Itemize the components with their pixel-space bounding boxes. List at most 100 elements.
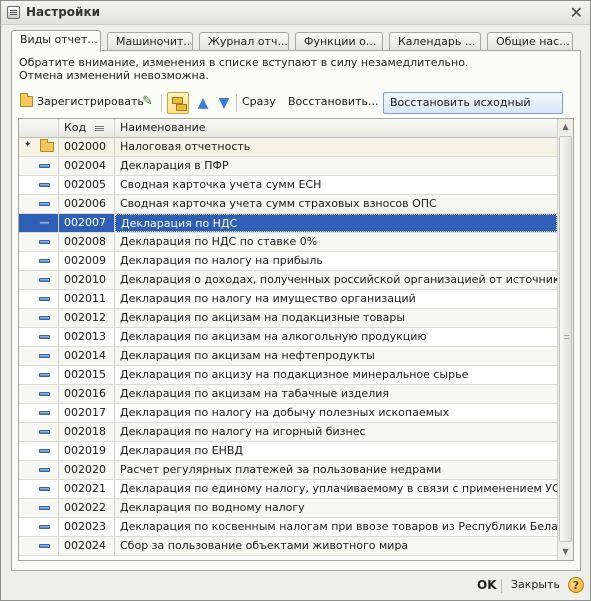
table-row[interactable]: 002022 Декларация по водному налогу bbox=[19, 499, 557, 518]
header-code[interactable]: Код bbox=[59, 119, 115, 138]
cell-code: 002017 bbox=[59, 404, 115, 422]
view-button[interactable]: Сразу bbox=[242, 92, 276, 114]
table-row[interactable]: 002012 Декларация по акцизам на подакцизн… bbox=[19, 309, 557, 328]
arrow-down-icon[interactable]: ▼ bbox=[216, 95, 232, 111]
table-row[interactable]: 002011 Декларация по налогу на имущество … bbox=[19, 290, 557, 309]
restore-default-button[interactable]: Восстановить исходный список... bbox=[383, 92, 563, 129]
row-indicator-cell bbox=[19, 480, 59, 498]
cell-name: Декларация по водному налогу bbox=[120, 501, 305, 514]
arrow-up-icon[interactable]: ▲ bbox=[195, 95, 211, 111]
row-indicator-cell bbox=[19, 423, 59, 441]
cell-code: 002016 bbox=[59, 385, 115, 403]
cell-name: Декларация по налогу на прибыль bbox=[120, 254, 323, 267]
ok-button[interactable]: OK bbox=[477, 578, 497, 592]
row-indicator-cell bbox=[19, 271, 59, 289]
help-icon[interactable]: ? bbox=[568, 577, 584, 593]
tab-functions[interactable]: Функции о... bbox=[295, 32, 383, 51]
table-header: Код Наименование bbox=[19, 119, 557, 138]
row-indicator-cell bbox=[19, 214, 59, 232]
table-row[interactable]: 002015 Декларация по акцизу на подакцизно… bbox=[19, 366, 557, 385]
tab-calendar[interactable]: Календарь ... bbox=[389, 32, 481, 51]
cell-code: 002009 bbox=[59, 252, 115, 270]
table-row[interactable]: 002007 Декларация по НДС bbox=[19, 214, 557, 233]
table-row[interactable]: 002018 Декларация по налогу на игорный би… bbox=[19, 423, 557, 442]
cell-code: 002015 bbox=[59, 366, 115, 384]
list-item-icon bbox=[39, 183, 50, 187]
add-folder-icon bbox=[20, 93, 33, 107]
expand-icon[interactable]: ✦ bbox=[24, 140, 32, 150]
list-item-icon bbox=[39, 278, 50, 282]
tab-general[interactable]: Общие нас... bbox=[487, 32, 573, 51]
cell-code: 002020 bbox=[59, 461, 115, 479]
tab-panel: Обратите внимание, изменения в списке вс… bbox=[11, 50, 581, 571]
list-item-icon bbox=[39, 544, 50, 548]
header-indicator-col bbox=[19, 119, 59, 138]
list-item-icon bbox=[39, 354, 50, 358]
cell-name: Налоговая отчетность bbox=[120, 140, 251, 153]
table-row[interactable]: 002013 Декларация по акцизам на алкогольн… bbox=[19, 328, 557, 347]
list-item-icon bbox=[39, 392, 50, 396]
table-row[interactable]: 002021 Декларация по единому налогу, упла… bbox=[19, 480, 557, 499]
toolbar-separator bbox=[161, 94, 162, 112]
cell-name: Декларация по НДС по ставке 0% bbox=[120, 235, 318, 248]
scroll-thumb[interactable] bbox=[559, 136, 572, 542]
table-row[interactable]: 002020 Расчет регулярных платежей за поль… bbox=[19, 461, 557, 480]
cell-name: Сводная карточка учета сумм ЕСН bbox=[120, 178, 322, 191]
cell-code: 002014 bbox=[59, 347, 115, 365]
edit-icon[interactable]: ✎ bbox=[142, 95, 156, 109]
footer-bar: OK Закрыть ? bbox=[1, 573, 590, 600]
vertical-scrollbar[interactable]: ▲ ▼ bbox=[557, 119, 573, 560]
table-row[interactable]: 002019 Декларация по ЕНВД bbox=[19, 442, 557, 461]
row-indicator-cell bbox=[19, 461, 59, 479]
table-row[interactable]: 002004 Декларация в ПФР bbox=[19, 157, 557, 176]
table-row[interactable]: 002017 Декларация по налогу на добычу пол… bbox=[19, 404, 557, 423]
table-row[interactable]: 002016 Декларация по акцизам на табачные … bbox=[19, 385, 557, 404]
table-row[interactable]: 002014 Декларация по акцизам на нефтепрод… bbox=[19, 347, 557, 366]
table-row[interactable]: 002010 Декларация о доходах, полученных р… bbox=[19, 271, 557, 290]
row-indicator-cell bbox=[19, 195, 59, 213]
cell-code: 002011 bbox=[59, 290, 115, 308]
cell-name: Декларация по косвенным налогам при ввоз… bbox=[120, 520, 557, 533]
list-item-icon bbox=[39, 335, 50, 339]
table-row[interactable]: 002005 Сводная карточка учета сумм ЕСН bbox=[19, 176, 557, 195]
table-row[interactable]: 002023 Декларация по косвенным налогам пр… bbox=[19, 518, 557, 537]
row-indicator-cell bbox=[19, 537, 59, 555]
table-row[interactable]: 002024 Сбор за пользование объектами живо… bbox=[19, 537, 557, 556]
tab-report-journal[interactable]: Журнал отч... bbox=[199, 32, 289, 51]
close-icon[interactable]: ✕ bbox=[570, 3, 583, 22]
list-item-icon bbox=[39, 525, 50, 529]
register-button[interactable]: Зарегистрировать bbox=[18, 92, 144, 114]
cell-name: Декларация по налогу на добычу полезных … bbox=[120, 406, 450, 419]
table-row[interactable]: 002006 Сводная карточка учета сумм страхо… bbox=[19, 195, 557, 214]
table-row[interactable]: 002008 Декларация по НДС по ставке 0% bbox=[19, 233, 557, 252]
list-item-icon bbox=[39, 164, 50, 168]
close-button[interactable]: Закрыть bbox=[511, 578, 560, 591]
scroll-up-icon[interactable]: ▲ bbox=[558, 119, 573, 135]
list-item-icon bbox=[39, 259, 50, 263]
cell-name: Декларация по налогу на имущество органи… bbox=[120, 292, 416, 305]
folder-icon bbox=[40, 139, 54, 152]
cell-code: 002024 bbox=[59, 537, 115, 555]
scroll-down-icon[interactable]: ▼ bbox=[558, 544, 573, 560]
register-label: Зарегистрировать bbox=[37, 95, 144, 108]
table-group-row[interactable]: ✦ 002000 Налоговая отчетность bbox=[19, 138, 557, 157]
list-item-icon bbox=[39, 468, 50, 472]
list-item-icon bbox=[39, 506, 50, 510]
row-indicator-cell bbox=[19, 328, 59, 346]
window-icon bbox=[7, 6, 20, 19]
cell-name: Расчет регулярных платежей за пользовани… bbox=[120, 463, 442, 476]
row-indicator-cell bbox=[19, 347, 59, 365]
row-indicator-cell bbox=[19, 499, 59, 517]
tab-report-types[interactable]: Виды отчет... bbox=[11, 30, 101, 52]
tab-machine-readable[interactable]: Машиночит... bbox=[107, 32, 193, 51]
cell-code: 002004 bbox=[59, 157, 115, 175]
header-name[interactable]: Наименование bbox=[115, 119, 557, 138]
cell-name: Декларация по акцизам на нефтепродукты bbox=[120, 349, 375, 362]
notice-line-1: Обратите внимание, изменения в списке вс… bbox=[19, 56, 469, 69]
hierarchy-toggle-icon[interactable] bbox=[167, 92, 189, 114]
list-item-icon bbox=[39, 202, 50, 206]
list-item-icon bbox=[39, 449, 50, 453]
table-row[interactable]: 002009 Декларация по налогу на прибыль bbox=[19, 252, 557, 271]
restore-button[interactable]: Восстановить... bbox=[288, 92, 378, 114]
row-indicator-cell bbox=[19, 518, 59, 536]
